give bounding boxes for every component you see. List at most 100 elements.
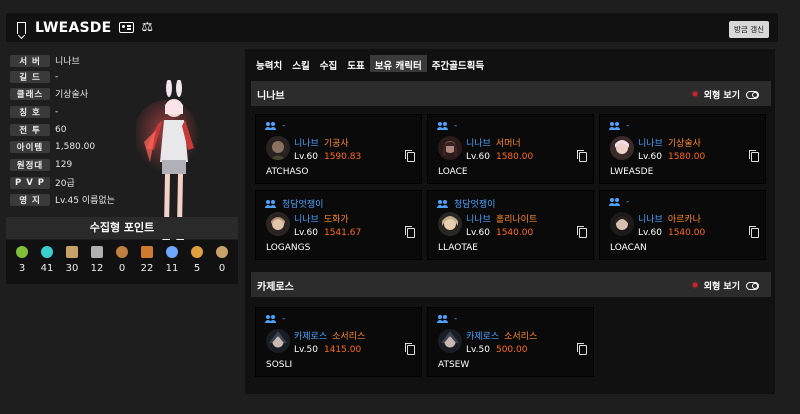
profile-row-title: 칭 호-	[10, 105, 58, 118]
level-label: Lv.60	[466, 228, 490, 238]
users-icon	[609, 198, 622, 206]
item-level: 500.00	[495, 345, 528, 355]
character-portrait	[438, 212, 462, 236]
toggle-icon[interactable]	[746, 90, 759, 99]
copy-icon[interactable]	[405, 150, 415, 162]
collection-count: 41	[40, 263, 54, 274]
collection-item[interactable]: 0	[111, 246, 133, 274]
tab-stats[interactable]: 능력치	[251, 55, 288, 72]
server-header: 카제로스 ✷ 외형 보기	[251, 272, 771, 297]
character-card[interactable]: - 니나브 서머너 Lv.60 1580.00 LOACE	[427, 114, 594, 184]
profile-row-server: 서 버 니나브	[10, 54, 80, 67]
character-card[interactable]: - 니나브 기공사 Lv.60 1590.83 ATCHASO	[255, 114, 422, 184]
profile-row-expedition: 원정대 129	[10, 158, 72, 171]
server-name: 니나브	[257, 91, 285, 102]
scale-icon[interactable]: ⚖	[141, 20, 153, 35]
copy-icon[interactable]	[577, 150, 587, 162]
collection-count: 22	[140, 263, 154, 274]
tab-weekly-gold[interactable]: 주간골드획득	[426, 55, 490, 72]
copy-icon[interactable]	[749, 226, 759, 238]
copy-icon[interactable]	[749, 150, 759, 162]
character-header: LWEASDE ⚖ 방금 갱신	[6, 13, 778, 42]
profile-panel: 서 버 니나브 길 드- 클래스 기상술사 칭 호- 전 투 60 아이템 1,580.…	[6, 52, 238, 246]
appearance-toggle[interactable]: ✷ 외형 보기	[691, 88, 759, 101]
collection-count: 30	[65, 263, 79, 274]
profile-value: Lv.45 이름없는	[55, 196, 115, 206]
character-name: ATSEW	[438, 360, 470, 370]
copy-icon[interactable]	[577, 343, 587, 355]
orpheus-star-icon	[41, 246, 53, 258]
profile-label: 아이템	[10, 140, 50, 153]
collection-item[interactable]: 5	[186, 246, 208, 274]
class-label: 도화가	[323, 215, 349, 225]
guild-name: -	[454, 314, 458, 324]
collection-count: 0	[118, 263, 126, 274]
character-name: SOSLI	[266, 360, 293, 370]
item-level: 1580.00	[667, 152, 706, 162]
character-portrait	[266, 212, 290, 236]
users-icon	[437, 122, 450, 130]
guild-name: 청담엇쟁이	[282, 200, 324, 210]
character-portrait	[438, 329, 462, 353]
character-card[interactable]: 청담엇쟁이 니나브 도화가 Lv.60 1541.67 LOGANGS	[255, 190, 422, 260]
character-name: LOACE	[438, 167, 468, 177]
profile-value: 60	[55, 124, 67, 135]
character-card[interactable]: - 니나브 기상술사 Lv.60 1580.00 LWEASDE	[599, 114, 766, 184]
tab-owned-characters[interactable]: 보유 캐릭터	[369, 55, 427, 72]
class-label: 기공사	[323, 139, 349, 149]
star-icon: ✷	[690, 88, 700, 101]
star-icon: ✷	[690, 279, 700, 292]
collection-item[interactable]: 11	[161, 246, 183, 274]
island-heart-icon	[16, 246, 28, 258]
collection-item[interactable]: 3	[11, 246, 33, 274]
copy-icon[interactable]	[405, 226, 415, 238]
appearance-toggle[interactable]: ✷ 외형 보기	[691, 279, 759, 292]
collection-item[interactable]: 0	[211, 246, 233, 274]
item-level: 1540.00	[667, 228, 706, 238]
item-level: 1540.00	[495, 228, 534, 238]
character-card[interactable]: - 카제로스 소서리스 Lv.50 1415.00 SOSLI	[255, 307, 422, 377]
guild-name: -	[282, 314, 286, 324]
collection-item[interactable]: 22	[136, 246, 158, 274]
character-name: LWEASDE	[610, 167, 654, 177]
tab-codex[interactable]: 도표	[342, 55, 370, 72]
class-label: 아르카나	[667, 215, 701, 225]
roster-panel: 능력치 스킬 수집 도표 보유 캐릭터 주간골드획득 니나브 ✷ 외형 보기 - …	[245, 49, 775, 394]
mokoko-seed-icon	[116, 246, 128, 258]
profile-label: P V P	[10, 176, 50, 189]
collection-item[interactable]: 41	[36, 246, 58, 274]
tab-skills[interactable]: 스킬	[287, 55, 315, 72]
guild: -	[609, 197, 629, 207]
users-icon	[437, 315, 450, 323]
profile-value: 기상술사	[55, 90, 89, 100]
guild: -	[437, 314, 458, 324]
character-card[interactable]: - 카제로스 소서리스 Lv.50 500.00 ATSEW	[427, 307, 594, 377]
server-label: 니나브	[638, 215, 663, 225]
level-label: Lv.50	[466, 345, 490, 355]
copy-icon[interactable]	[405, 343, 415, 355]
guild: -	[265, 314, 286, 324]
id-card-icon[interactable]	[119, 22, 135, 33]
collection-item[interactable]: 12	[86, 246, 108, 274]
collection-panel: 3 41 30 12 0 22 11 5 0	[6, 240, 238, 284]
character-name: LOACAN	[610, 243, 647, 253]
collection-item[interactable]: 30	[61, 246, 83, 274]
character-portrait	[610, 212, 634, 236]
world-tree-leaf-icon	[166, 246, 178, 258]
toggle-icon[interactable]	[746, 281, 759, 290]
guild: -	[265, 121, 285, 131]
character-card[interactable]: - 니나브 아르카나 Lv.60 1540.00 LOACAN	[599, 190, 766, 260]
profile-row-guild: 길 드-	[10, 70, 58, 83]
bookmark-icon[interactable]	[17, 21, 26, 34]
users-icon	[437, 199, 450, 208]
level-label: Lv.50	[294, 345, 318, 355]
level-label: Lv.60	[638, 152, 662, 162]
level-label: Lv.60	[638, 228, 662, 238]
tab-collection[interactable]: 수집	[314, 55, 343, 72]
character-card[interactable]: 청담엇쟁이 니나브 홀리나이트 Lv.60 1540.00 LLAOTAE	[427, 190, 594, 260]
orpheus-medal-icon	[216, 246, 228, 258]
copy-icon[interactable]	[577, 226, 587, 238]
profile-value: 1,580.00	[55, 141, 96, 152]
refresh-button[interactable]: 방금 갱신	[729, 21, 769, 38]
character-name: LLAOTAE	[438, 243, 478, 253]
